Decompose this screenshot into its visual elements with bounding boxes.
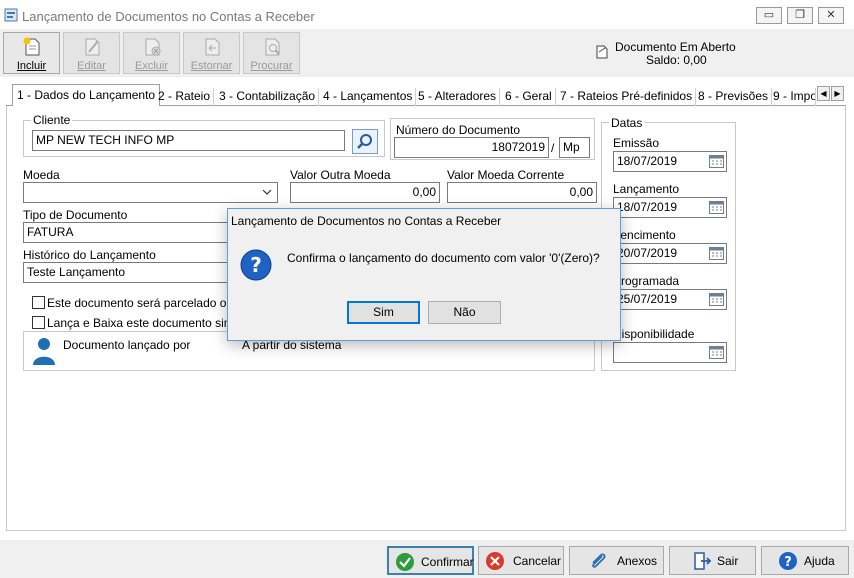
tab-lancamentos[interactable]: 4 - Lançamentos	[320, 88, 417, 106]
numero-separator: /	[551, 141, 555, 155]
sair-button[interactable]: Sair	[669, 546, 756, 575]
check-icon	[396, 553, 414, 571]
anexos-button[interactable]: Anexos	[569, 546, 664, 575]
anexos-label: Anexos	[617, 554, 658, 568]
valor-outra-moeda-label: Valor Outra Moeda	[290, 168, 391, 182]
lanca-baixa-checkbox[interactable]	[32, 316, 45, 329]
cancel-icon	[486, 552, 504, 570]
valor-moeda-corrente-input[interactable]: 0,00	[447, 182, 597, 203]
tab-rateios-predefinidos[interactable]: 7 - Rateios Pré-definidos	[557, 88, 697, 106]
sair-label: Sair	[717, 554, 739, 568]
editar-button[interactable]: Editar	[63, 32, 120, 74]
cliente-search-button[interactable]	[352, 129, 378, 154]
estornar-button[interactable]: Estornar	[183, 32, 240, 74]
parcelado-checkbox[interactable]	[32, 296, 45, 309]
estornar-label: Estornar	[190, 60, 233, 72]
numero-label: Número do Documento	[396, 123, 521, 137]
programada-label: Programada	[613, 274, 680, 288]
confirmar-label: Confirmar	[421, 555, 474, 569]
delete-document-icon	[145, 38, 160, 56]
nao-button[interactable]: Não	[428, 301, 501, 324]
confirm-dialog: Lançamento de Documentos no Contas a Rec…	[227, 208, 621, 341]
moeda-label: Moeda	[23, 168, 60, 182]
tab-impostos[interactable]: 9 - Impo	[770, 88, 816, 106]
moeda-select[interactable]	[23, 182, 278, 203]
tipo-documento-input[interactable]: FATURA	[23, 222, 233, 243]
ajuda-label: Ajuda	[804, 554, 835, 568]
lanca-baixa-label: Lança e Baixa este documento simu	[47, 316, 241, 330]
cliente-input[interactable]: MP NEW TECH INFO MP	[32, 130, 345, 151]
dialog-message: Confirma o lançamento do documento com v…	[287, 251, 600, 265]
lancamento-label: Lançamento	[613, 182, 680, 196]
dialog-body	[228, 231, 620, 340]
historico-input[interactable]: Teste Lançamento	[23, 262, 233, 283]
reverse-document-icon	[205, 38, 219, 56]
exit-door-icon	[694, 552, 712, 570]
tab-rateio[interactable]: 2 - Rateio	[155, 88, 215, 106]
search-document-icon	[265, 38, 280, 56]
procurar-label: Procurar	[250, 60, 293, 72]
excluir-button[interactable]: Excluir	[123, 32, 180, 74]
new-document-icon	[23, 37, 39, 56]
search-icon	[357, 134, 372, 149]
lancado-por-label: Documento lançado por	[63, 338, 191, 352]
calendar-icon[interactable]	[709, 345, 724, 359]
svg-text:?: ?	[784, 555, 792, 570]
tab-previsoes[interactable]: 8 - Previsões	[695, 88, 773, 106]
historico-label: Histórico do Lançamento	[23, 248, 156, 262]
tab-geral[interactable]: 6 - Geral	[502, 88, 556, 106]
calendar-icon[interactable]	[709, 292, 724, 306]
calendar-icon[interactable]	[709, 200, 724, 214]
tab-alteradores[interactable]: 5 - Alteradores	[415, 88, 501, 106]
minimize-button[interactable]: ▭	[756, 7, 782, 24]
sim-button[interactable]: Sim	[347, 301, 420, 324]
incluir-label: Incluir	[16, 60, 47, 72]
datas-label: Datas	[609, 116, 645, 130]
emissao-label: Emissão	[613, 136, 660, 150]
confirmar-button[interactable]: Confirmar	[387, 546, 474, 575]
parcelado-label: Este documento será parcelado ou	[47, 296, 234, 310]
window-title: Lançamento de Documentos no Contas a Rec…	[22, 9, 315, 24]
editar-label: Editar	[77, 60, 106, 72]
calendar-icon[interactable]	[709, 154, 724, 168]
tipo-documento-label: Tipo de Documento	[23, 208, 128, 222]
document-status-icon	[596, 45, 608, 59]
disponibilidade-label: Disponibilidade	[613, 327, 695, 341]
valor-moeda-corrente-label: Valor Moeda Corrente	[447, 168, 565, 182]
cliente-label: Cliente	[31, 113, 73, 127]
svg-text:?: ?	[250, 253, 262, 277]
vencimento-label: Vencimento	[613, 228, 676, 242]
tab-scroll-right-button[interactable]: ▶	[831, 86, 844, 101]
cancelar-button[interactable]: Cancelar	[478, 546, 564, 575]
help-icon: ?	[779, 552, 797, 570]
tab-scroll-left-button[interactable]: ◀	[817, 86, 830, 101]
question-icon: ?	[240, 249, 272, 281]
tab-contabilizacao[interactable]: 3 - Contabilização	[216, 88, 320, 106]
calendar-icon[interactable]	[709, 246, 724, 260]
procurar-button[interactable]: Procurar	[243, 32, 300, 74]
document-status-saldo: Saldo: 0,00	[646, 53, 707, 67]
document-status-title: Documento Em Aberto	[615, 40, 736, 54]
paperclip-icon	[592, 553, 606, 568]
chevron-down-icon	[262, 189, 272, 195]
numero-suffix-input[interactable]: Mp	[559, 137, 590, 158]
dialog-title: Lançamento de Documentos no Contas a Rec…	[231, 214, 502, 228]
tab-dados-lancamento[interactable]: 1 - Dados do Lançamento	[12, 84, 161, 106]
close-button[interactable]: ✕	[818, 7, 844, 24]
ajuda-button[interactable]: ? Ajuda	[761, 546, 849, 575]
cancelar-label: Cancelar	[513, 554, 562, 568]
edit-document-icon	[85, 38, 99, 56]
user-icon	[33, 338, 55, 365]
restore-button[interactable]: ❐	[787, 7, 813, 24]
incluir-button[interactable]: Incluir	[3, 32, 60, 74]
numero-input[interactable]: 18072019	[394, 137, 549, 158]
valor-outra-moeda-input[interactable]: 0,00	[290, 182, 440, 203]
app-icon	[4, 8, 18, 22]
excluir-label: Excluir	[134, 60, 168, 72]
